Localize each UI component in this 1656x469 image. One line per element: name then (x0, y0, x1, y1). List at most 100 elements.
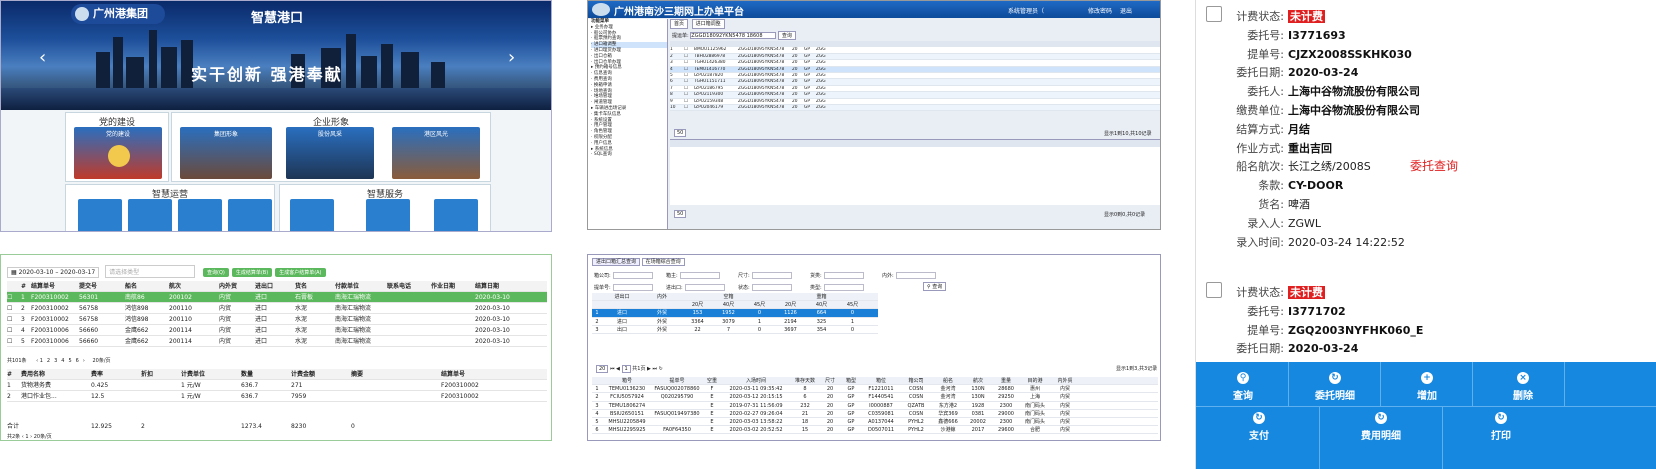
detail-row[interactable]: 1 TEMU0136230 FASUQ002078860 F 2020-03-11 09… (592, 385, 1158, 394)
column-header[interactable]: 箱型 (840, 377, 862, 385)
filter-select[interactable] (751, 284, 792, 291)
column-header[interactable]: 尺寸 (820, 377, 840, 385)
card-group-image[interactable]: 集团形象 (180, 127, 272, 179)
column-header[interactable]: 结算日期 (475, 281, 527, 292)
card-share-style[interactable]: 股份风采 (286, 127, 374, 179)
query-action-button[interactable]: ⚲ 查询 (1208, 372, 1278, 402)
filter-select[interactable] (823, 272, 864, 279)
tab-yard-query[interactable]: 在场箱综合查询 (641, 258, 685, 266)
delete-button[interactable]: × 删除 (1488, 372, 1558, 402)
column-header[interactable]: 船名 (125, 281, 169, 292)
row-checkbox[interactable]: ☐ (7, 325, 21, 336)
column-header[interactable]: 折扣 (141, 369, 181, 380)
billing-action-button[interactable]: 查询(Q) (203, 268, 229, 277)
summary-row[interactable]: 3 出口 外贸 22 7 0 3697 354 0 (592, 326, 878, 334)
page-number[interactable]: 5 (68, 358, 71, 364)
change-password-link[interactable]: 修改密码 (1088, 6, 1112, 15)
column-header[interactable]: 船名 (932, 377, 964, 385)
column-header[interactable]: 联系电话 (387, 281, 431, 292)
grid-row[interactable]: 10 ☐ IZPU2046179 ZGGD18095YKN5478 20 GP ZGG (670, 104, 1160, 112)
service-card-1[interactable] (290, 199, 334, 231)
column-header[interactable]: 计费单位 (181, 369, 241, 380)
column-header[interactable]: 数量 (241, 369, 291, 380)
filter-select[interactable] (895, 272, 936, 279)
table-row[interactable]: ☐ 5 F200310006 56660 金鹰662 200114 内贸 进口 水泥 南海汇瑞物流… (7, 336, 547, 347)
table-row[interactable]: ☐ 4 F200310006 56660 金鹰662 200114 内贸 进口 水泥 南海汇瑞物流… (7, 325, 547, 336)
column-header[interactable]: 航次 (964, 377, 992, 385)
detail-row[interactable]: 2 FCIU5057924 Q020295790 E 2020-03-12 20:15:… (592, 393, 1158, 402)
filter-select[interactable] (684, 284, 725, 291)
pay-button[interactable]: ↻ 支付 (1224, 412, 1294, 442)
column-header[interactable]: 摘要 (351, 369, 441, 380)
column-header[interactable]: 作业日期 (431, 281, 475, 292)
operation-card-1[interactable] (78, 199, 122, 231)
column-header[interactable]: 提单号 (652, 377, 702, 385)
detail-row[interactable]: 5 MHSU2205849 E 2020-03-03 13:58:22 18 20 GP A0… (592, 418, 1158, 427)
card-party-building[interactable]: 党的建设 (74, 127, 162, 179)
filter-select[interactable] (612, 284, 653, 291)
filter-field[interactable]: 内外: (882, 270, 954, 282)
billing-action-button[interactable]: 生成结算单(B) (231, 268, 273, 277)
filter-select[interactable] (751, 272, 792, 279)
column-header[interactable]: 结算单号 (441, 369, 521, 380)
filter-field[interactable]: 尺寸: (738, 270, 810, 282)
page-number[interactable]: 1 (40, 358, 43, 364)
row-checkbox[interactable]: ☐ (7, 314, 21, 325)
page-number[interactable]: 2 (47, 358, 50, 364)
row-checkbox[interactable]: ☐ (684, 105, 694, 111)
column-header[interactable]: # (21, 281, 31, 292)
card-port-scenery[interactable]: 港区风光 (392, 127, 480, 179)
port-group-logo[interactable]: 广州港集团 (71, 4, 165, 24)
page-number[interactable]: 4 (61, 358, 64, 364)
row-checkbox[interactable]: ☐ (7, 292, 21, 303)
column-header[interactable]: 目的港 (1020, 377, 1050, 385)
column-header[interactable]: 进出口 (255, 281, 295, 292)
page-size-select[interactable]: 50 (674, 129, 687, 137)
column-header[interactable]: 内外贸 (1050, 377, 1080, 385)
column-header[interactable]: 堆存天数 (790, 377, 820, 385)
table-row[interactable]: ☐ 3 F200310002 56758 鸿信898 200110 内贸 进口 水泥 南海汇瑞物流… (7, 314, 547, 325)
column-header[interactable]: 空重 (702, 377, 722, 385)
tab-inout-summary[interactable]: 进出口箱汇总查询 (592, 258, 641, 266)
service-card-3[interactable] (434, 199, 478, 231)
query-button[interactable]: 查询 (777, 31, 796, 40)
row-checkbox[interactable]: ☐ (7, 303, 21, 314)
fee-detail-button[interactable]: ↻ 费用明细 (1346, 412, 1416, 442)
table-row[interactable]: ☐ 1 F200310002 56301 南航86 200102 内贸 进口 石膏板 南海汇瑞物流… (7, 292, 547, 303)
print-button[interactable]: ↻ 打印 (1466, 412, 1536, 442)
column-header[interactable]: 提交号 (79, 281, 125, 292)
carousel-next-icon[interactable]: › (508, 47, 515, 68)
detail-row[interactable]: 3 TEMU1806274 E 2019-07-31 11:56:09 232 20 GP I… (592, 402, 1158, 410)
add-button[interactable]: + 增加 (1392, 372, 1462, 402)
row-checkbox[interactable]: ☐ (7, 336, 21, 347)
logout-link[interactable]: 退出 (1120, 6, 1132, 15)
column-header[interactable]: 箱位 (862, 377, 900, 385)
page-number[interactable]: 6 (76, 358, 79, 364)
filter-select[interactable] (679, 272, 720, 279)
column-header[interactable]: 航次 (169, 281, 219, 292)
column-header[interactable]: 重量 (992, 377, 1020, 385)
table-row[interactable]: ☐ 2 F200310002 56758 鸿信898 200110 内贸 进口 水泥 南海汇瑞物流… (7, 303, 547, 314)
column-header[interactable]: 结算单号 (31, 281, 79, 292)
filter-field[interactable]: 箱主: (666, 270, 738, 282)
detail-row[interactable]: 4 BSIU2650151 FASUQ019497380 E 2020-02-27 09… (592, 410, 1158, 418)
column-header[interactable]: 箱公司 (900, 377, 932, 385)
column-header[interactable]: 货名 (295, 281, 335, 292)
detail-row[interactable]: 6 MHSU2295925 FA0F64350 E 2020-03-02 20:52:5… (592, 426, 1158, 435)
date-from-input[interactable]: ▦ 2020-03-10 – 2020-03-17 (7, 267, 100, 278)
type-select[interactable]: 请选择类型 (105, 265, 196, 278)
column-header[interactable]: 计费金额 (291, 369, 351, 380)
table-row[interactable]: 2 港口作业包... 12.5 1 元/W 636.7 7959 F200310002 (7, 391, 547, 402)
operation-card-3[interactable] (178, 199, 222, 231)
filter-field[interactable]: 箱公司: (594, 270, 666, 282)
carousel-prev-icon[interactable]: ‹ (39, 47, 46, 68)
summary-row[interactable]: 1 进口 外贸 153 1952 0 1126 664 0 (592, 309, 878, 318)
column-header[interactable]: # (7, 369, 21, 380)
column-header[interactable]: 费率 (91, 369, 141, 380)
table-row[interactable]: 1 货物港务费 0.425 1 元/W 636.7 271 F200310002 (7, 380, 547, 391)
column-header[interactable]: 箱号 (602, 377, 652, 385)
summary-row[interactable]: 2 进口 外贸 3364 3079 1 2194 325 1 (592, 318, 878, 326)
service-card-2[interactable] (366, 199, 410, 231)
page-size-select-2[interactable]: 50 (674, 210, 687, 218)
filter-select[interactable] (612, 272, 653, 279)
